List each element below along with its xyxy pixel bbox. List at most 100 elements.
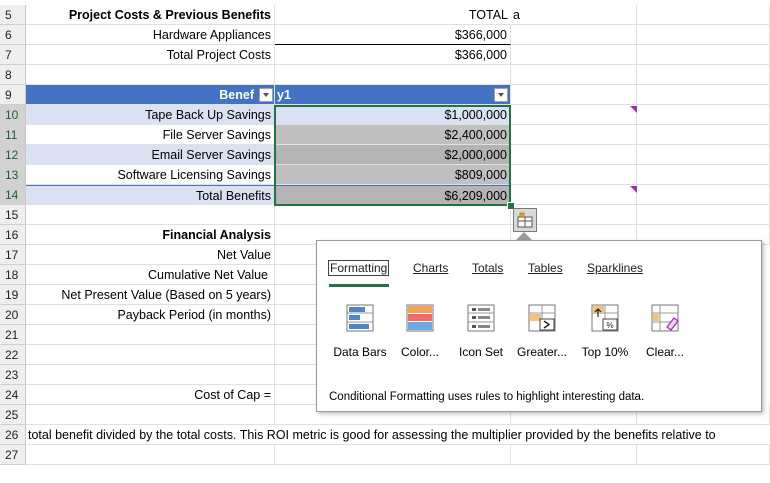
cell-a5[interactable]: Project Costs & Previous Benefits <box>26 5 275 25</box>
table-header-y1[interactable]: y1 <box>275 85 511 105</box>
cell-b11[interactable]: $2,400,000 <box>275 125 511 145</box>
row-header-21[interactable]: 21 <box>0 325 26 345</box>
cell-b14[interactable]: $6,209,000 <box>275 185 511 205</box>
cell-b13[interactable]: $809,000 <box>275 165 511 185</box>
row-9: 9 Benef y1 <box>0 85 770 105</box>
tab-tables[interactable]: Tables <box>528 261 563 275</box>
cell-c6[interactable] <box>511 25 637 45</box>
row-header-20[interactable]: 20 <box>0 305 26 325</box>
cell-c7[interactable] <box>511 45 637 65</box>
cell-a20[interactable]: Payback Period (in months) <box>26 305 275 325</box>
cell-c27[interactable] <box>511 445 637 465</box>
row-header-16[interactable]: 16 <box>0 225 26 245</box>
row-header-14[interactable]: 14 <box>0 185 26 205</box>
cell-c14[interactable] <box>511 185 637 205</box>
row-header-19[interactable]: 19 <box>0 285 26 305</box>
cell-c8[interactable] <box>511 65 637 85</box>
row-10: 10 Tape Back Up Savings $1,000,000 <box>0 105 770 125</box>
cell-a14[interactable]: Total Benefits <box>26 185 275 205</box>
row-header-23[interactable]: 23 <box>0 365 26 385</box>
tab-sparklines[interactable]: Sparklines <box>587 261 643 275</box>
cell-d5[interactable] <box>637 5 770 25</box>
cell-b8[interactable] <box>275 65 511 85</box>
row-header-26[interactable]: 26 <box>0 425 26 445</box>
row-header-9[interactable]: 9 <box>0 85 26 105</box>
row-header-13[interactable]: 13 <box>0 165 26 185</box>
cell-b10[interactable]: $1,000,000 <box>275 105 511 125</box>
row-5: 5 Project Costs & Previous Benefits TOTA… <box>0 5 770 25</box>
cell-a17[interactable]: Net Value <box>26 245 275 265</box>
comment-indicator[interactable] <box>630 106 637 113</box>
tab-charts[interactable]: Charts <box>413 261 448 275</box>
cell-d9[interactable] <box>637 85 770 105</box>
cell-d8[interactable] <box>637 65 770 85</box>
cell-c5[interactable]: a <box>511 5 637 25</box>
row-header-15[interactable]: 15 <box>0 205 26 225</box>
clear-format-button[interactable]: Clear... <box>625 303 705 359</box>
cell-a15[interactable] <box>26 205 275 225</box>
cell-a26[interactable]: total benefit divided by the total costs… <box>28 425 770 445</box>
cell-d13[interactable] <box>637 165 770 185</box>
cell-a19[interactable]: Net Present Value (Based on 5 years) <box>26 285 275 305</box>
row-header-5[interactable]: 5 <box>0 5 26 25</box>
cell-a11[interactable]: File Server Savings <box>26 125 275 145</box>
row-header-24[interactable]: 24 <box>0 385 26 405</box>
cell-a21[interactable] <box>26 325 275 345</box>
cell-d10[interactable] <box>637 105 770 125</box>
row-header-8[interactable]: 8 <box>0 65 26 85</box>
cell-d6[interactable] <box>637 25 770 45</box>
filter-dropdown-benefits[interactable] <box>259 88 273 102</box>
cell-a23[interactable] <box>26 365 275 385</box>
cell-d27[interactable] <box>637 445 770 465</box>
filter-dropdown-y1[interactable] <box>494 88 508 102</box>
row-header-22[interactable]: 22 <box>0 345 26 365</box>
cell-d11[interactable] <box>637 125 770 145</box>
row-header-11[interactable]: 11 <box>0 125 26 145</box>
cell-b12[interactable]: $2,000,000 <box>275 145 511 165</box>
row-header-12[interactable]: 12 <box>0 145 26 165</box>
row-header-17[interactable]: 17 <box>0 245 26 265</box>
cell-b7[interactable]: $366,000 <box>275 45 511 65</box>
clear-format-icon <box>650 303 680 333</box>
cell-a16[interactable]: Financial Analysis <box>26 225 275 245</box>
cell-d12[interactable] <box>637 145 770 165</box>
cell-a7[interactable]: Total Project Costs <box>26 45 275 65</box>
cell-c9[interactable] <box>511 85 637 105</box>
cell-b6[interactable]: $366,000 <box>275 25 511 45</box>
cell-b27[interactable] <box>275 445 511 465</box>
cell-d7[interactable] <box>637 45 770 65</box>
cell-a27[interactable] <box>26 445 275 465</box>
cell-c11[interactable] <box>511 125 637 145</box>
row-13: 13 Software Licensing Savings $809,000 <box>0 165 770 185</box>
tab-formatting[interactable]: Formatting <box>328 260 390 276</box>
cell-a8[interactable] <box>26 65 275 85</box>
table-header-benefits[interactable]: Benef <box>26 85 275 105</box>
row-header-6[interactable]: 6 <box>0 25 26 45</box>
row-header-18[interactable]: 18 <box>0 265 26 285</box>
worksheet[interactable]: 5 Project Costs & Previous Benefits TOTA… <box>0 0 770 465</box>
cell-a25[interactable] <box>26 405 275 425</box>
quick-analysis-button[interactable] <box>513 208 537 232</box>
comment-indicator[interactable] <box>630 186 637 193</box>
cell-a24[interactable]: Cost of Cap = <box>26 385 275 405</box>
row-header-10[interactable]: 10 <box>0 105 26 125</box>
cell-a13[interactable]: Software Licensing Savings <box>26 165 275 185</box>
cell-a10[interactable]: Tape Back Up Savings <box>26 105 275 125</box>
row-header-27[interactable]: 27 <box>0 445 26 465</box>
cell-d15[interactable] <box>637 205 770 225</box>
row-header-25[interactable]: 25 <box>0 405 26 425</box>
row-header-7[interactable]: 7 <box>0 45 26 65</box>
color-scale-icon <box>405 303 435 333</box>
cell-c12[interactable] <box>511 145 637 165</box>
cell-c10[interactable] <box>511 105 637 125</box>
cell-c13[interactable] <box>511 165 637 185</box>
cell-a18[interactable]: Cumulative Net Value <box>26 265 275 285</box>
cell-b15[interactable] <box>275 205 511 225</box>
cell-b5[interactable]: TOTAL <box>275 5 511 25</box>
cell-a6[interactable]: Hardware Appliances <box>26 25 275 45</box>
cell-d14[interactable] <box>637 185 770 205</box>
cell-a22[interactable] <box>26 345 275 365</box>
tab-totals[interactable]: Totals <box>472 261 503 275</box>
cell-a12[interactable]: Email Server Savings <box>26 145 275 165</box>
svg-text:%: % <box>606 321 613 330</box>
